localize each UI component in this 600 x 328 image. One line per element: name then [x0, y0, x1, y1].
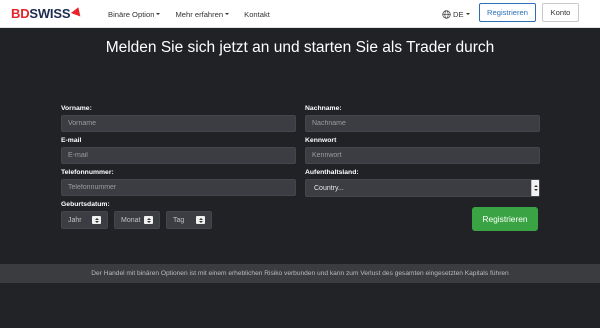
register-button-header[interactable]: Registrieren — [479, 3, 536, 22]
logo-swiss-text: SWISS — [29, 6, 71, 21]
chevron-down-icon — [156, 13, 161, 15]
language-selector[interactable]: DE — [442, 7, 470, 21]
birth-day-select[interactable]: Tag — [166, 211, 212, 229]
select-arrows-icon — [531, 180, 539, 196]
top-navigation-bar: BDSWISS Binäre Option Mehr erfahren Kont… — [0, 0, 600, 28]
last-name-label: Nachname: — [305, 105, 342, 112]
risk-warning-text: Der Handel mit binären Optionen ist mit … — [91, 270, 509, 277]
logo-bd-text: BD — [11, 6, 30, 21]
nav-item-learn-more[interactable]: Mehr erfahren — [175, 9, 230, 19]
nav-item-label: Kontakt — [244, 9, 270, 19]
last-name-input[interactable] — [305, 115, 540, 132]
country-select-value: Country... — [314, 184, 344, 192]
globe-icon — [442, 9, 451, 19]
birth-year-select[interactable]: Jahr — [61, 211, 108, 229]
country-label: Aufenthaltsland: — [305, 169, 359, 176]
birth-month-select[interactable]: Monat — [114, 211, 160, 229]
country-select[interactable]: Country... — [305, 179, 540, 197]
nav-item-contact[interactable]: Kontakt — [244, 10, 270, 19]
main-nav: Binäre Option Mehr erfahren Kontakt — [108, 0, 270, 28]
phone-label: Telefonnummer: — [61, 169, 114, 176]
footer-area — [0, 283, 600, 328]
logo-flag-icon — [71, 5, 84, 17]
select-arrows-icon — [144, 216, 153, 224]
birth-day-value: Tag — [173, 216, 185, 224]
language-code: DE — [453, 9, 464, 19]
password-label: Kennwort — [305, 137, 337, 144]
birth-year-value: Jahr — [68, 216, 82, 224]
account-button[interactable]: Konto — [542, 3, 579, 22]
birth-month-value: Monat — [121, 216, 141, 224]
email-field[interactable] — [61, 147, 296, 164]
first-name-input[interactable] — [61, 115, 296, 132]
risk-warning-bar: Der Handel mit binären Optionen ist mit … — [0, 264, 600, 283]
nav-item-binary-option[interactable]: Binäre Option — [108, 9, 161, 19]
nav-item-label: Mehr erfahren — [175, 9, 224, 19]
page-title: Melden Sie sich jetzt an und starten Sie… — [105, 39, 495, 56]
password-field[interactable] — [305, 147, 540, 164]
email-label: E-mail — [61, 137, 82, 144]
register-submit-button[interactable]: Registrieren — [472, 207, 538, 231]
phone-input[interactable] — [61, 179, 296, 196]
nav-item-label: Binäre Option — [108, 9, 155, 19]
chevron-down-icon — [225, 13, 230, 15]
birthdate-label: Geburtsdatum: — [61, 201, 110, 208]
chevron-down-icon — [465, 13, 470, 15]
select-arrows-icon — [196, 216, 205, 224]
select-arrows-icon — [92, 216, 101, 224]
first-name-label: Vorname: — [61, 105, 92, 112]
bdswiss-logo[interactable]: BDSWISS — [11, 5, 84, 22]
